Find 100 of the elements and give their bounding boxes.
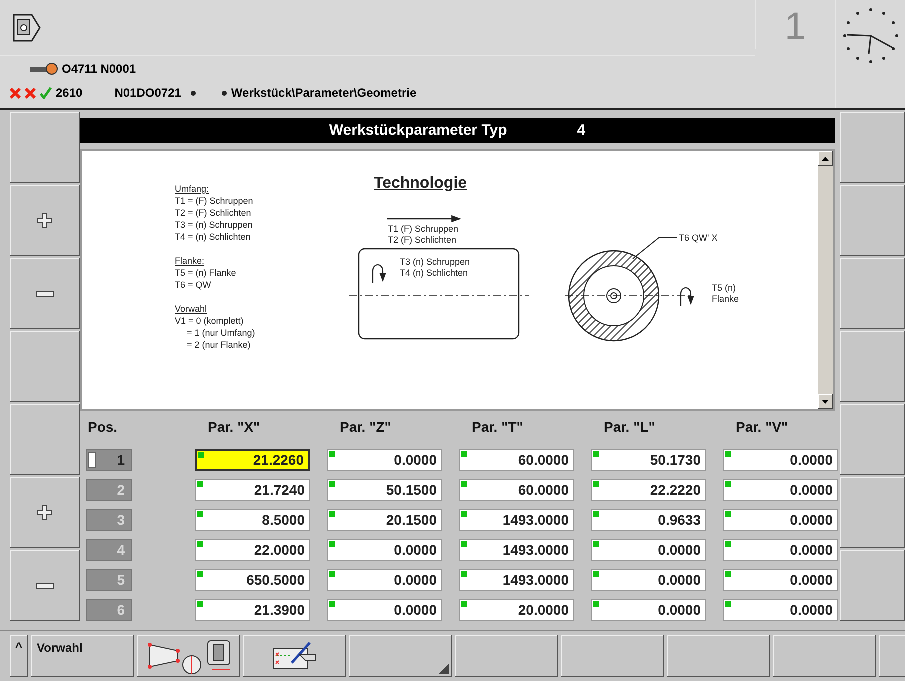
softkey[interactable] — [840, 331, 905, 402]
value-field[interactable]: 22.0000 — [195, 539, 310, 561]
scroll-up-icon[interactable] — [822, 156, 829, 160]
value-field[interactable]: 0.9633 — [591, 509, 706, 531]
value-field[interactable]: 21.7240 — [195, 479, 310, 501]
softkey[interactable] — [840, 404, 905, 475]
softkey[interactable] — [10, 477, 80, 548]
value-field[interactable]: 650.5000 — [195, 569, 310, 591]
value-field[interactable]: 1493.0000 — [459, 509, 574, 531]
value-field[interactable]: 0.0000 — [591, 599, 706, 621]
diagram-label: T4 (n) Schlichten — [400, 267, 468, 279]
diagram-label: T2 (F) Schlichten — [388, 234, 457, 246]
leader-line — [632, 238, 678, 260]
cross-icon — [25, 88, 36, 98]
type-number: 4 — [577, 122, 586, 139]
value-field[interactable]: 8.5000 — [195, 509, 310, 531]
softkey[interactable] — [840, 112, 905, 183]
legend-line: T6 = QW — [175, 279, 212, 291]
value-field[interactable]: 60.0000 — [459, 479, 574, 501]
column-header: Par. "V" — [735, 419, 790, 437]
softkey[interactable] — [667, 635, 770, 677]
diagram-label: Flanke — [712, 293, 740, 305]
value-field[interactable]: 0.0000 — [723, 479, 838, 501]
softkey[interactable] — [10, 331, 80, 402]
value-field[interactable]: 0.0000 — [723, 599, 838, 621]
softkey[interactable] — [840, 477, 905, 548]
value-field[interactable]: 20.1500 — [327, 509, 442, 531]
minus-icon — [36, 290, 54, 296]
plus-icon — [37, 504, 53, 520]
dot-icon — [191, 90, 196, 96]
legend-line: V1 = 0 (komplett) — [175, 315, 245, 327]
value-field[interactable]: 1493.0000 — [459, 569, 574, 591]
legend-line: = 1 (nur Umfang) — [186, 327, 256, 339]
softkey[interactable] — [10, 550, 80, 621]
softkey[interactable] — [349, 635, 452, 677]
key-icon — [30, 62, 58, 74]
value-field[interactable]: 0.0000 — [591, 539, 706, 561]
softkey[interactable] — [10, 404, 80, 475]
value-field[interactable]: 21.2260 — [195, 449, 310, 471]
rotation-arrow — [372, 264, 386, 283]
legend-line: T3 = (n) Schruppen — [175, 219, 254, 231]
rotation-arrow — [680, 287, 694, 306]
plus-icon — [37, 212, 53, 228]
value-field[interactable]: 22.2220 — [591, 479, 706, 501]
legend-heading: Flanke: — [175, 255, 206, 267]
value-field[interactable]: 0.0000 — [591, 569, 706, 591]
dot-icon — [222, 90, 228, 96]
value-field[interactable]: 0.0000 — [327, 569, 442, 591]
column-header: Par. "L" — [603, 419, 656, 437]
minus-icon — [36, 582, 54, 588]
softkey[interactable] — [243, 635, 346, 677]
block-number: N01DO0721 — [114, 86, 182, 100]
program-number: O4711 N0001 — [62, 62, 136, 76]
value-field[interactable]: 0.0000 — [327, 599, 442, 621]
scrollbar[interactable] — [818, 151, 833, 409]
softkey[interactable] — [10, 185, 80, 256]
legend-line: T2 = (F) Schlichten — [175, 207, 252, 219]
value-field[interactable]: 0.0000 — [723, 509, 838, 531]
softkey[interactable] — [10, 258, 80, 329]
value-field[interactable]: 21.3900 — [195, 599, 310, 621]
diagram-label: T5 (n) — [712, 282, 736, 294]
softkey[interactable] — [137, 635, 240, 677]
softkey[interactable]: ^ — [10, 635, 28, 677]
cross-icon — [10, 88, 21, 98]
diagram-label: T1 (F) Schruppen — [388, 223, 459, 235]
channel-number: 1 — [755, 0, 835, 49]
value-field[interactable]: 0.0000 — [723, 569, 838, 591]
diagram-label: T3 (n) Schruppen — [400, 256, 470, 268]
softkey[interactable] — [773, 635, 876, 677]
clock-icon — [840, 6, 900, 66]
column-header: Par. "X" — [207, 419, 262, 437]
diagram-label: T6 QW' X — [679, 232, 718, 244]
value-field[interactable]: 1493.0000 — [459, 539, 574, 561]
value-field[interactable]: 0.0000 — [327, 449, 442, 471]
value-field[interactable]: 50.1500 — [327, 479, 442, 501]
value-field[interactable]: 0.0000 — [327, 539, 442, 561]
column-header: Par. "Z" — [339, 419, 392, 437]
scroll-down-icon[interactable] — [822, 400, 829, 404]
column-header: Par. "T" — [471, 419, 524, 437]
legend-line: T5 = (n) Flanke — [175, 267, 238, 279]
value-field[interactable]: 20.0000 — [459, 599, 574, 621]
softkey[interactable]: Vorwahl — [31, 635, 134, 677]
column-header: Pos. — [87, 419, 119, 437]
legend-heading: Vorwahl — [175, 303, 208, 315]
softkey[interactable] — [561, 635, 664, 677]
check-icon — [40, 87, 52, 99]
status-code: 2610 — [56, 86, 83, 100]
value-field[interactable]: 0.0000 — [723, 539, 838, 561]
position-button[interactable]: 1 — [86, 449, 132, 471]
legend-heading: Umfang: — [175, 183, 210, 195]
softkey[interactable] — [840, 185, 905, 256]
value-field[interactable]: 50.1730 — [591, 449, 706, 471]
softkey[interactable] — [840, 258, 905, 329]
softkey[interactable] — [840, 550, 905, 621]
value-field[interactable]: 0.0000 — [723, 449, 838, 471]
softkey[interactable] — [10, 112, 80, 183]
breadcrumb-path: Werkstück\Parameter\Geometrie — [231, 86, 417, 100]
value-field[interactable]: 60.0000 — [459, 449, 574, 471]
softkey[interactable] — [455, 635, 558, 677]
title-text: Werkstückparameter Typ — [329, 122, 508, 139]
